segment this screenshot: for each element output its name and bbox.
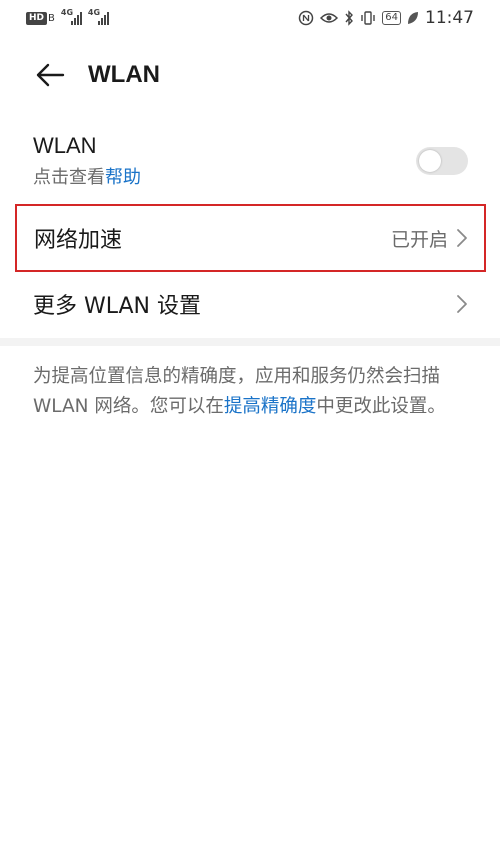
battery-icon: 64: [382, 11, 401, 25]
help-link[interactable]: 帮助: [105, 167, 141, 188]
network-acceleration-value: 已开启: [390, 228, 448, 251]
nfc-icon: [298, 10, 314, 26]
status-bar-right: 64 11:47: [298, 8, 474, 28]
more-wlan-settings-row[interactable]: 更多 WLAN 设置: [0, 272, 500, 336]
network-acceleration-status: 已开启: [391, 225, 468, 252]
toggle-knob: [419, 150, 441, 172]
section-divider: [0, 338, 500, 346]
network-acceleration-label: 网络加速: [34, 228, 123, 253]
status-bar: HD B 4G 4G 64 11:47: [0, 0, 500, 36]
leaf-icon: [407, 11, 419, 25]
bluetooth-icon: [344, 10, 354, 26]
wlan-subtitle: 点击查看帮助: [33, 163, 141, 189]
vibrate-icon: [360, 10, 376, 26]
chevron-right-icon: [457, 229, 467, 247]
location-accuracy-note: 为提高位置信息的精确度，应用和服务仍然会扫描 WLAN 网络。您可以在提高精确度…: [33, 362, 473, 422]
hd-label: HD: [26, 11, 48, 25]
wlan-toggle[interactable]: [416, 147, 468, 175]
app-header: WLAN: [0, 50, 500, 100]
network-acceleration-row[interactable]: 网络加速 已开启: [15, 204, 486, 272]
sim1-network-tag: 4G: [60, 8, 74, 17]
signal-icon: 4G: [87, 8, 109, 25]
clock: 11:47: [425, 8, 474, 28]
note-text-suffix: 中更改此设置。: [316, 396, 446, 417]
more-wlan-settings-label: 更多 WLAN 设置: [33, 294, 202, 319]
improve-accuracy-link[interactable]: 提高精确度: [224, 396, 317, 417]
signal-icon: 4G: [60, 8, 82, 25]
hd-icon: HD B: [26, 11, 55, 25]
wlan-toggle-row[interactable]: WLAN 点击查看帮助: [0, 122, 500, 200]
back-button[interactable]: [26, 51, 74, 99]
arrow-left-icon: [36, 63, 65, 87]
page-title: WLAN: [88, 61, 160, 88]
chevron-right-icon: [457, 295, 467, 313]
eye-icon: [320, 11, 339, 25]
wlan-subtitle-text: 点击查看: [33, 167, 105, 188]
sim2-network-tag: 4G: [87, 8, 101, 17]
wlan-texts: WLAN 点击查看帮助: [33, 133, 141, 189]
hd-suffix: B: [48, 12, 55, 24]
wlan-title: WLAN: [33, 133, 97, 158]
status-bar-left: HD B 4G 4G: [26, 8, 109, 25]
